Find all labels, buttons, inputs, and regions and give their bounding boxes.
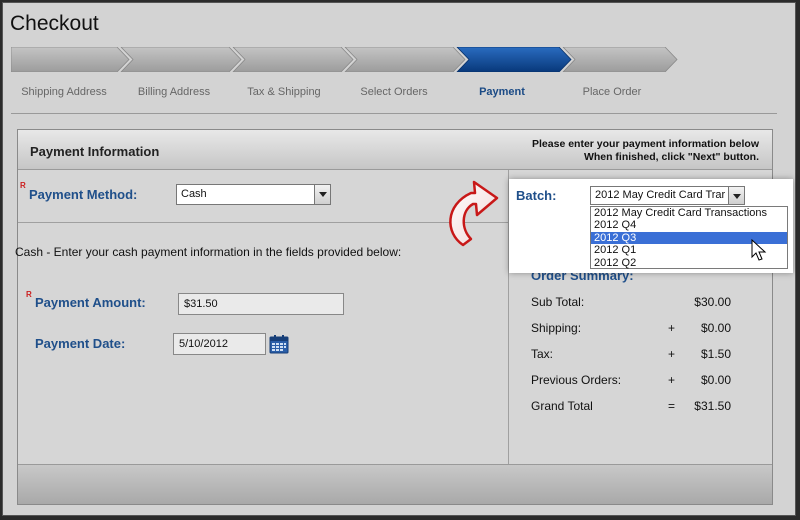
summary-value: $1.50 — [700, 347, 731, 361]
batch-option[interactable]: 2012 May Credit Card Transactions — [591, 207, 787, 219]
step-label-shipping-address[interactable]: Shipping Address — [9, 86, 119, 98]
summary-row-grand-total: Grand Total = $31.50 — [531, 399, 731, 415]
step-label-tax-shipping[interactable]: Tax & Shipping — [229, 86, 339, 98]
chevron-down-icon[interactable] — [314, 185, 330, 204]
summary-value: $0.00 — [700, 321, 731, 335]
payment-method-value: Cash — [181, 188, 207, 200]
step-label-select-orders[interactable]: Select Orders — [339, 86, 449, 98]
step-label-payment[interactable]: Payment — [447, 86, 557, 98]
page-title: Checkout — [10, 12, 99, 35]
summary-value: $0.00 — [700, 373, 731, 387]
summary-label: Previous Orders: — [531, 373, 622, 387]
summary-row-tax: Tax: + $1.50 — [531, 347, 731, 363]
panel-title: Payment Information — [30, 144, 160, 159]
step-arrow-place-order[interactable] — [562, 47, 678, 72]
panel-header: Payment Information Please enter your pa… — [18, 130, 772, 170]
payment-date-label: Payment Date: — [35, 336, 126, 351]
calendar-icon[interactable] — [269, 334, 289, 354]
method-divider — [18, 222, 508, 223]
chevron-down-icon[interactable] — [728, 187, 744, 204]
step-label-billing-address[interactable]: Billing Address — [119, 86, 229, 98]
summary-value: $30.00 — [694, 295, 731, 309]
summary-label: Sub Total: — [531, 295, 585, 309]
payment-amount-label: Payment Amount: — [35, 295, 146, 310]
header-divider — [11, 113, 777, 114]
payment-date-input[interactable]: 5/10/2012 — [173, 333, 266, 355]
summary-operator: + — [668, 321, 676, 335]
batch-option[interactable]: 2012 Q4 — [591, 219, 787, 231]
summary-value: $31.50 — [694, 399, 731, 413]
step-label-place-order[interactable]: Place Order — [557, 86, 667, 98]
summary-label: Shipping: — [531, 321, 582, 335]
summary-row-sub-total: Sub Total: $30.00 — [531, 295, 731, 311]
batch-selected-value: 2012 May Credit Card Trar — [595, 189, 726, 201]
step-arrow-select-orders[interactable] — [344, 47, 466, 72]
panel-instructions-line-2: When finished, click "Next" button. — [583, 151, 759, 163]
summary-operator: = — [668, 399, 676, 413]
checkout-window: Checkout Shipping Address Billing Addres… — [2, 2, 796, 516]
summary-operator: + — [668, 373, 676, 387]
step-arrow-tax-shipping[interactable] — [232, 47, 354, 72]
payment-method-select[interactable]: Cash — [176, 184, 331, 205]
summary-label: Grand Total — [531, 399, 593, 413]
cash-instructions: Cash - Enter your cash payment informati… — [15, 245, 402, 259]
summary-row-previous-orders: Previous Orders: + $0.00 — [531, 373, 731, 389]
summary-label: Tax: — [531, 347, 554, 361]
panel-instructions-line-1: Please enter your payment information be… — [532, 138, 759, 150]
panel-footer — [18, 464, 772, 504]
summary-operator: + — [668, 347, 676, 361]
required-mark-payment-amount: R — [26, 290, 32, 299]
checkout-progress-bar — [11, 47, 678, 72]
batch-label: Batch: — [516, 188, 557, 203]
step-arrow-shipping[interactable] — [11, 47, 130, 72]
curved-arrow-icon — [449, 180, 499, 247]
batch-select[interactable]: 2012 May Credit Card Trar — [590, 186, 745, 205]
required-mark-payment-method: R — [20, 181, 26, 190]
panel-instructions: Please enter your payment information be… — [532, 138, 759, 164]
step-arrow-billing[interactable] — [120, 47, 242, 72]
payment-amount-input[interactable]: $31.50 — [178, 293, 344, 315]
summary-row-shipping: Shipping: + $0.00 — [531, 321, 731, 337]
step-arrow-payment[interactable] — [456, 47, 572, 72]
mouse-pointer-icon — [751, 239, 767, 261]
payment-method-label: Payment Method: — [29, 187, 138, 202]
